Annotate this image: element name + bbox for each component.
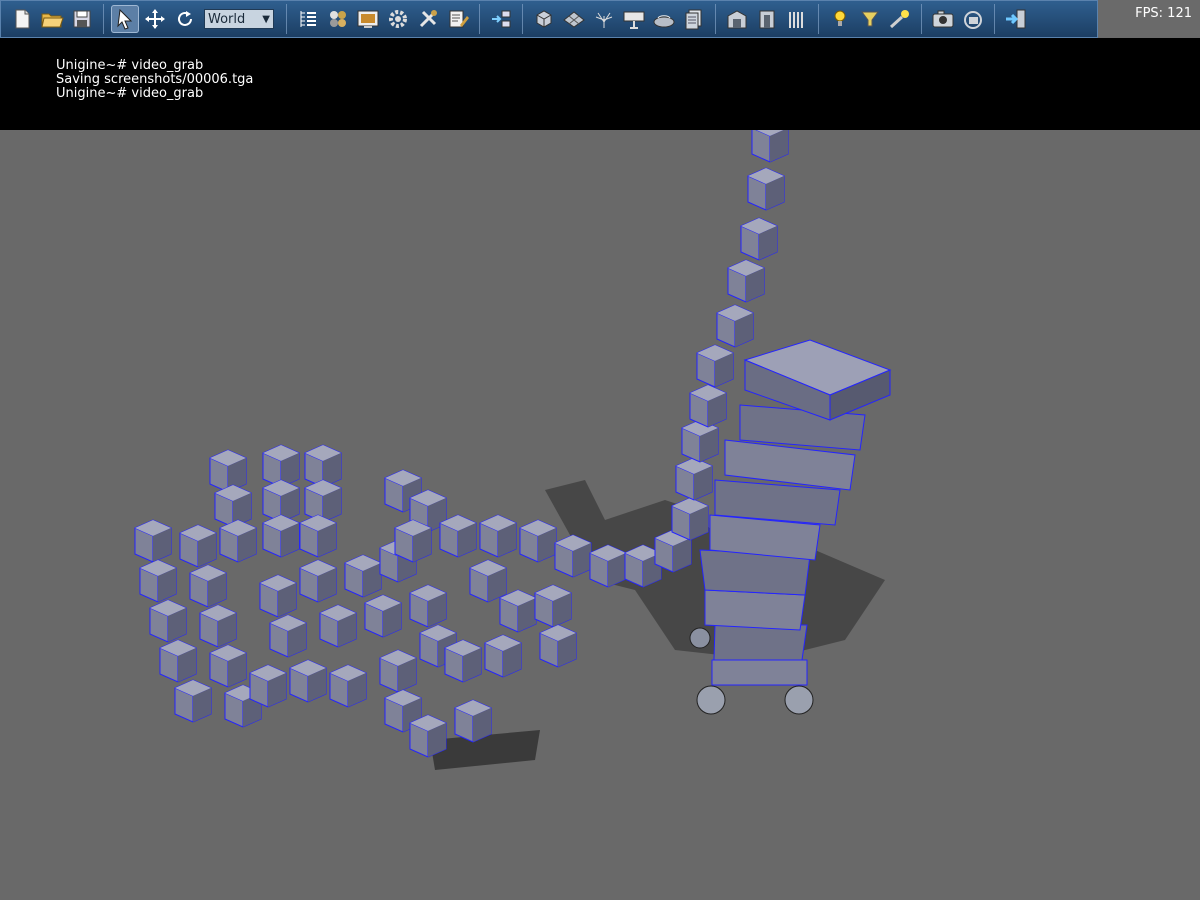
slab-tower (699, 339, 892, 686)
particles-icon[interactable] (590, 5, 618, 33)
console-line: Unigine~# video_grab (56, 58, 204, 73)
toolbar-separator (921, 4, 922, 34)
toolbar-separator (522, 4, 523, 34)
fps-counter: FPS: 121 (1135, 6, 1192, 21)
scene-render (134, 130, 892, 770)
decal-icon[interactable] (620, 5, 648, 33)
settings-gear-icon[interactable] (384, 5, 412, 33)
light-bulb-icon[interactable] (826, 5, 854, 33)
occluder-icon[interactable] (783, 5, 811, 33)
toolbar-separator (715, 4, 716, 34)
materials-icon[interactable] (324, 5, 352, 33)
toolbar-separator (479, 4, 480, 34)
console-line: Saving screenshots/00006.tga (56, 72, 254, 87)
mesh-object-icon[interactable] (560, 5, 588, 33)
toolbar-separator (994, 4, 995, 34)
player-camera-icon[interactable] (959, 5, 987, 33)
portal-icon[interactable] (753, 5, 781, 33)
tools-icon[interactable] (414, 5, 442, 33)
sun-light-icon[interactable] (886, 5, 914, 33)
world-sector-icon[interactable] (723, 5, 751, 33)
console-output: Unigine~# video_grab Saving screenshots/… (0, 38, 1200, 130)
reference-icon[interactable] (487, 5, 515, 33)
spot-light-icon[interactable] (856, 5, 884, 33)
select-pointer-icon[interactable] (111, 5, 139, 33)
coordinate-space-dropdown[interactable]: World ▼ (204, 9, 274, 29)
new-file-icon[interactable] (8, 5, 36, 33)
coordinate-space-value: World (208, 11, 246, 27)
box-object-icon[interactable] (530, 5, 558, 33)
toolbar-separator (818, 4, 819, 34)
rotate-icon[interactable] (171, 5, 199, 33)
panel-object-icon[interactable] (680, 5, 708, 33)
toolbar-separator (103, 4, 104, 34)
water-object-icon[interactable] (650, 5, 678, 33)
save-icon[interactable] (68, 5, 96, 33)
exit-icon[interactable] (1002, 5, 1030, 33)
chevron-down-icon: ▼ (262, 13, 270, 25)
main-toolbar: World ▼ (0, 0, 1098, 38)
open-folder-icon[interactable] (38, 5, 66, 33)
node-list-icon[interactable] (294, 5, 322, 33)
editor-script-icon[interactable] (444, 5, 472, 33)
textures-icon[interactable] (354, 5, 382, 33)
toolbar-separator (286, 4, 287, 34)
move-icon[interactable] (141, 5, 169, 33)
3d-viewport[interactable] (0, 130, 1200, 900)
console-line: Unigine~# video_grab (56, 86, 204, 101)
camera-icon[interactable] (929, 5, 957, 33)
